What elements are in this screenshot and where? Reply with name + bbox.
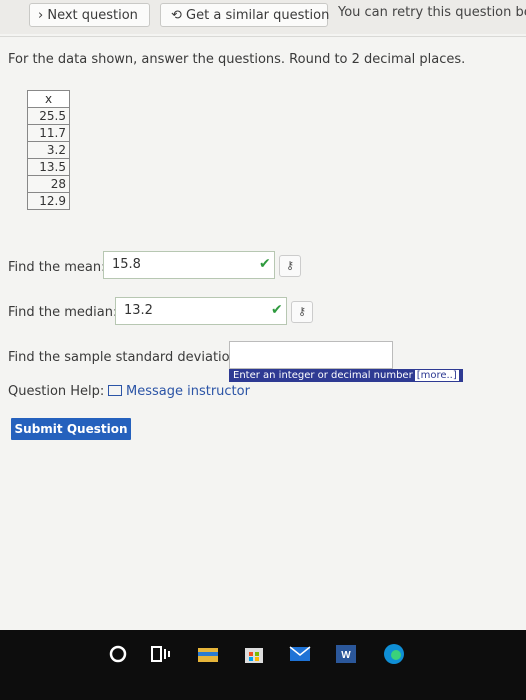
- divider: [0, 36, 526, 37]
- table-row: 28: [27, 175, 70, 193]
- file-explorer-icon[interactable]: [196, 642, 220, 666]
- table-cell: 28: [27, 175, 70, 193]
- table-row: 3.2: [27, 141, 70, 159]
- submit-question-button[interactable]: Submit Question: [11, 418, 131, 440]
- table-cell: 13.5: [27, 158, 70, 176]
- median-input[interactable]: 13.2: [115, 297, 287, 325]
- retry-text: You can retry this question be: [338, 5, 526, 20]
- table-row: 11.7: [27, 124, 70, 142]
- median-label: Find the median:: [8, 305, 118, 320]
- table-cell: 3.2: [27, 141, 70, 159]
- question-help-label: Question Help:: [8, 384, 105, 399]
- key-icon[interactable]: ⚷: [279, 255, 301, 277]
- sd-input[interactable]: [229, 341, 393, 369]
- data-table: x 25.5 11.7 3.2 13.5 28 12.9: [27, 90, 70, 210]
- table-row: 25.5: [27, 107, 70, 125]
- taskbar: W: [0, 630, 526, 700]
- message-instructor-label: Message instructor: [126, 384, 250, 399]
- table-cell: 11.7: [27, 124, 70, 142]
- table-row: 12.9: [27, 192, 70, 210]
- similar-question-button[interactable]: ⟲ Get a similar question: [160, 3, 330, 27]
- envelope-icon: [108, 385, 122, 396]
- instructions: For the data shown, answer the questions…: [8, 52, 466, 67]
- mean-label: Find the mean:: [8, 260, 106, 275]
- table-cell: 25.5: [27, 107, 70, 125]
- chevron-right-icon: ›: [38, 8, 44, 23]
- checkmark-icon: ✔: [271, 302, 283, 318]
- sd-label: Find the sample standard deviation:: [8, 350, 243, 365]
- table-cell: 12.9: [27, 192, 70, 210]
- hint-text: Enter an integer or decimal number: [233, 370, 413, 381]
- next-question-label: Next question: [47, 8, 138, 23]
- cortana-circle-icon[interactable]: [106, 642, 130, 666]
- hint-more-link[interactable]: [more..]: [414, 370, 459, 381]
- next-question-button[interactable]: › Next question: [29, 3, 150, 27]
- table-row: 13.5: [27, 158, 70, 176]
- task-view-icon[interactable]: [148, 642, 172, 666]
- question-toolbar: › Next question ⟲ Get a similar question…: [0, 0, 526, 34]
- message-instructor-link[interactable]: Message instructor: [108, 384, 250, 399]
- refresh-icon: ⟲: [171, 8, 182, 23]
- store-icon[interactable]: [242, 642, 266, 666]
- mail-icon[interactable]: [288, 642, 312, 666]
- word-icon[interactable]: W: [334, 642, 358, 666]
- mean-input[interactable]: 15.8: [103, 251, 275, 279]
- similar-question-label: Get a similar question: [186, 8, 330, 23]
- svg-text:W: W: [341, 650, 351, 661]
- checkmark-icon: ✔: [259, 256, 271, 272]
- table-header: x: [27, 90, 70, 108]
- edge-icon[interactable]: [382, 642, 406, 666]
- key-icon[interactable]: ⚷: [291, 301, 313, 323]
- input-hint: Enter an integer or decimal number [more.…: [229, 369, 463, 382]
